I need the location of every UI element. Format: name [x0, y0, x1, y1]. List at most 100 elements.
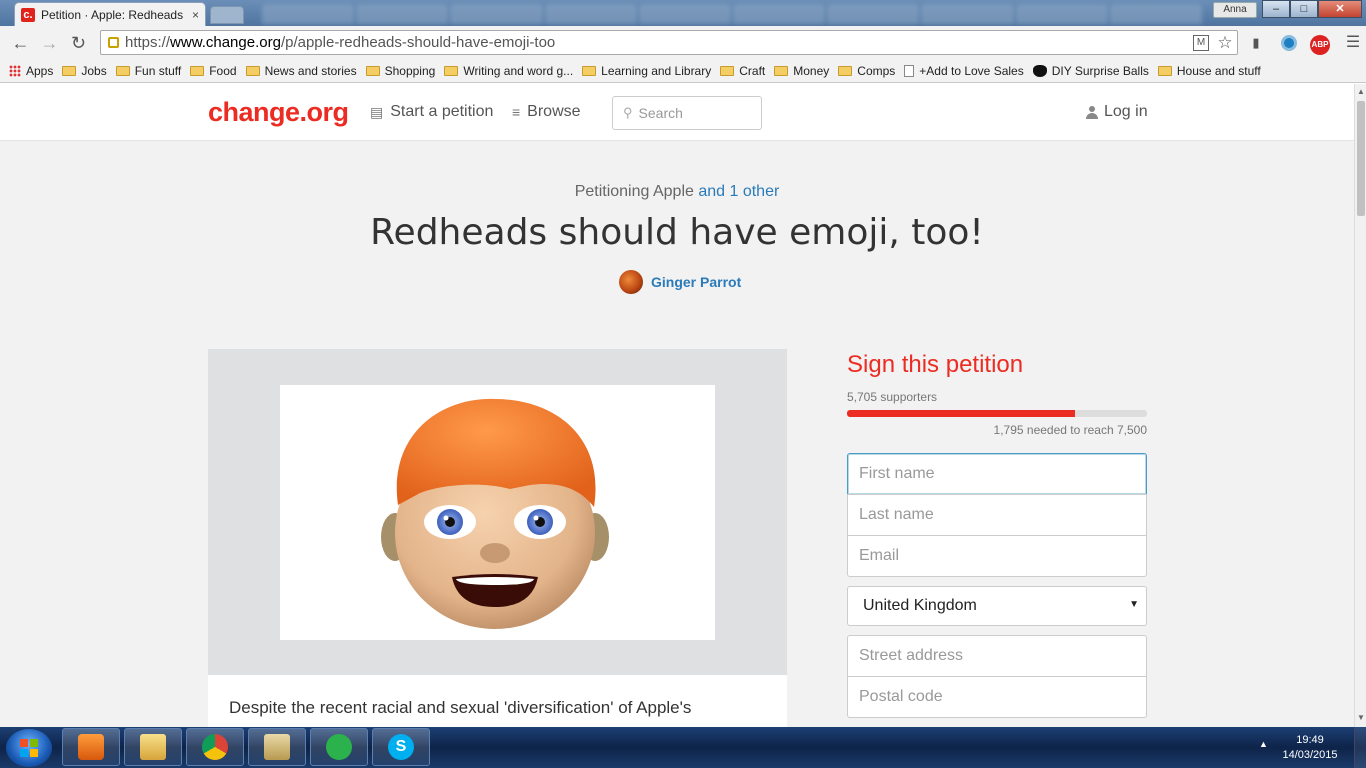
bookmark-star-icon[interactable]: ☆	[1215, 33, 1235, 53]
profile-name-button[interactable]: Anna	[1213, 2, 1257, 18]
shield-extension-icon[interactable]: M	[1193, 35, 1209, 51]
background-tab[interactable]	[921, 4, 1014, 24]
background-tab[interactable]	[262, 4, 355, 24]
taskbar-mail[interactable]	[248, 728, 306, 766]
taskbar-chrome[interactable]	[186, 728, 244, 766]
page-icon	[904, 64, 915, 77]
bookmark-label: +Add to Love Sales	[919, 63, 1024, 78]
page-scrollbar[interactable]: ▲ ▼	[1354, 84, 1366, 727]
taskbar-skype[interactable]: S	[372, 728, 430, 766]
bookmark-folder-writing[interactable]: Writing and word g...	[444, 64, 573, 78]
petition-image	[280, 385, 715, 640]
bookmarks-bar: Apps Jobs Fun stuff Food News and storie…	[0, 59, 1366, 83]
bookmark-label: News and stories	[264, 63, 357, 78]
start-petition-link[interactable]: ▤ Start a petition	[370, 103, 493, 121]
signatures-needed: 1,795 needed to reach 7,500	[993, 423, 1147, 437]
petition-author[interactable]: Ginger Parrot	[619, 270, 741, 294]
forward-icon[interactable]: →	[35, 30, 64, 56]
bookmark-folder-food[interactable]: Food	[190, 64, 237, 78]
bookmark-label: Shopping	[384, 63, 436, 78]
last-name-input[interactable]	[847, 494, 1147, 536]
background-tab[interactable]	[450, 4, 543, 24]
chevron-down-icon: ▼	[1129, 599, 1139, 610]
browser-tab-active[interactable]: c. Petition · Apple: Redheads ×	[14, 2, 206, 26]
login-link[interactable]: Log in	[1086, 103, 1148, 121]
page-viewport: change.org ▤ Start a petition ≡ Browse ⚲…	[0, 84, 1354, 727]
bookmark-label: House and stuff	[1176, 63, 1261, 78]
background-tabs	[262, 4, 1203, 24]
background-tab[interactable]	[356, 4, 449, 24]
background-tab[interactable]	[1109, 4, 1203, 24]
clock-date: 14/03/2015	[1282, 749, 1338, 761]
bookmark-label: Apps	[26, 63, 54, 78]
folder-icon	[1157, 65, 1172, 76]
show-desktop-button[interactable]	[1354, 727, 1366, 768]
country-select[interactable]: United Kingdom ▼	[847, 586, 1147, 626]
email-input[interactable]	[847, 535, 1147, 577]
scroll-up-icon[interactable]: ▲	[1357, 87, 1365, 96]
first-name-input[interactable]	[847, 453, 1147, 495]
bookmark-folder-fun-stuff[interactable]: Fun stuff	[115, 64, 181, 78]
bookmark-folder-money[interactable]: Money	[774, 64, 829, 78]
background-tab[interactable]	[544, 4, 637, 24]
extension-icon[interactable]: ▮	[1246, 33, 1266, 53]
bookmark-add-to-love-sales[interactable]: +Add to Love Sales	[904, 63, 1024, 78]
bookmark-folder-learning[interactable]: Learning and Library	[582, 64, 711, 78]
bookmark-folder-jobs[interactable]: Jobs	[62, 63, 107, 78]
maximize-button[interactable]: □	[1290, 0, 1318, 18]
petition-media	[208, 349, 787, 675]
change-org-favicon-icon: c.	[21, 7, 35, 22]
folder-icon	[190, 65, 205, 76]
background-tab[interactable]	[1015, 4, 1108, 24]
bookmark-folder-news[interactable]: News and stories	[245, 63, 357, 78]
bookmark-label: Writing and word g...	[463, 63, 574, 78]
bookmark-folder-shopping[interactable]: Shopping	[365, 63, 436, 78]
back-icon[interactable]: ←	[6, 30, 35, 56]
change-org-logo[interactable]: change.org	[208, 97, 349, 128]
windows-logo-icon	[20, 739, 38, 757]
street-address-input[interactable]	[847, 635, 1147, 677]
system-clock[interactable]: 19:49 14/03/2015	[1278, 733, 1342, 763]
taskbar-media-player[interactable]	[62, 728, 120, 766]
scroll-down-icon[interactable]: ▼	[1357, 713, 1365, 722]
extension-circle-icon[interactable]	[1279, 33, 1299, 53]
menu-icon[interactable]: ☰	[1343, 33, 1363, 53]
scroll-thumb[interactable]	[1357, 101, 1365, 216]
media-player-icon	[78, 734, 104, 760]
reload-icon[interactable]: ↻	[64, 30, 93, 56]
folder-icon	[444, 65, 459, 76]
tab-close-icon[interactable]: ×	[192, 8, 199, 22]
start-button[interactable]	[6, 729, 52, 767]
window-titlebar: c. Petition · Apple: Redheads × Anna – □…	[0, 0, 1366, 26]
bookmark-label: Jobs	[81, 63, 107, 78]
close-window-button[interactable]: ✕	[1318, 0, 1362, 18]
bookmark-apps[interactable]: Apps	[9, 64, 53, 78]
browse-link[interactable]: ≡ Browse	[512, 103, 581, 121]
minimize-button[interactable]: –	[1262, 0, 1290, 18]
taskbar-spotify[interactable]	[310, 728, 368, 766]
tray-expand-icon[interactable]: ▲	[1259, 739, 1268, 749]
adblock-icon[interactable]: ABP	[1310, 33, 1330, 55]
login-label: Log in	[1104, 103, 1148, 120]
background-tab[interactable]	[638, 4, 732, 24]
bookmark-folder-comps[interactable]: Comps	[838, 64, 895, 78]
url-path: /p/apple-redheads-should-have-emoji-too	[280, 34, 556, 51]
folder-icon	[582, 65, 597, 76]
bookmark-folder-craft[interactable]: Craft	[720, 64, 765, 78]
search-input[interactable]: ⚲ Search	[612, 96, 762, 130]
url-scheme: https://	[125, 34, 171, 51]
clock-time: 19:49	[1296, 734, 1324, 746]
background-tab[interactable]	[827, 4, 920, 24]
windows-taskbar: S ▲ 19:49 14/03/2015	[0, 727, 1366, 768]
address-bar[interactable]: https:// www.change.org /p/apple-redhead…	[100, 30, 1238, 55]
supporters-progress-bar	[847, 410, 1147, 417]
petition-targets: Petitioning Apple and 1 other	[0, 183, 1354, 201]
bookmark-folder-house[interactable]: House and stuff	[1157, 63, 1261, 78]
postal-code-input[interactable]	[847, 676, 1147, 718]
other-targets-link[interactable]: and 1 other	[698, 183, 779, 200]
new-tab-button[interactable]	[210, 6, 244, 24]
tab-title: Petition · Apple: Redheads	[41, 7, 184, 22]
taskbar-explorer[interactable]	[124, 728, 182, 766]
background-tab[interactable]	[733, 4, 826, 24]
bookmark-diy-surprise-balls[interactable]: DIY Surprise Balls	[1032, 64, 1149, 78]
